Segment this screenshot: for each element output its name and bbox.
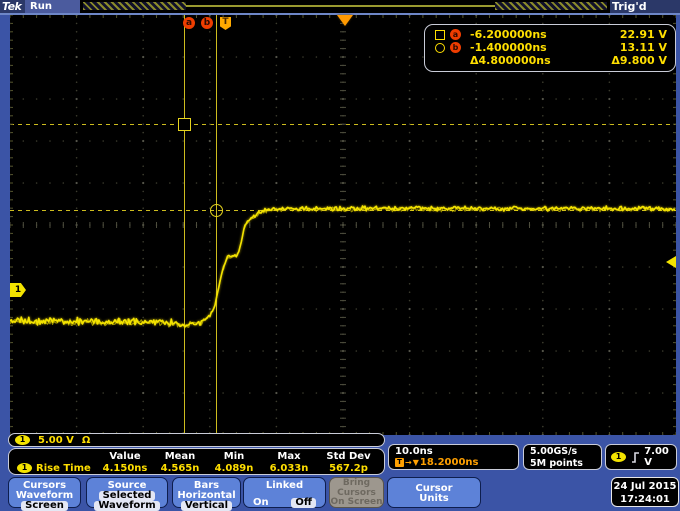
trigger-delay-readout: T → ▼ 18.2000ns bbox=[395, 457, 518, 468]
menu-cursor-units-button[interactable]: Cursor Units bbox=[387, 477, 481, 508]
cursor-delta-time: Δ4.800000ns bbox=[466, 54, 611, 67]
trigger-level: 7.00 V bbox=[644, 446, 671, 468]
record-hatch-left bbox=[83, 2, 186, 10]
cursor-b-marker[interactable] bbox=[210, 204, 223, 217]
tek-logo: Tek bbox=[2, 0, 21, 13]
header-value: Value bbox=[97, 451, 153, 462]
measurement-table: Value Mean Min Max Std Dev 1 Rise Time 4… bbox=[8, 448, 385, 475]
trigger-delay-value: 18.2000ns bbox=[420, 457, 479, 468]
cursor-a-voltage: 22.91 V bbox=[620, 28, 667, 41]
bring-line3: On Screen bbox=[330, 498, 383, 508]
measurement-name: Rise Time bbox=[36, 463, 91, 474]
rising-edge-icon bbox=[631, 451, 639, 464]
header-max: Max bbox=[261, 451, 317, 462]
record-length: 5M points bbox=[530, 458, 601, 470]
top-status-bar: Tek Run Trig'd bbox=[0, 0, 680, 13]
cursor-b-badge: b bbox=[450, 42, 461, 53]
trigger-status: Trig'd bbox=[612, 0, 647, 13]
marker-down-icon: ▼ bbox=[413, 458, 419, 468]
measurement-header-row: Value Mean Min Max Std Dev bbox=[9, 450, 384, 462]
menu-cursors-button[interactable]: Cursors Waveform Screen bbox=[8, 477, 81, 508]
channel-1-scale-bar[interactable]: 1 5.00 V Ω bbox=[8, 433, 385, 447]
menu-source-button[interactable]: Source Selected Waveform bbox=[86, 477, 168, 508]
option-linked-on[interactable]: On bbox=[253, 498, 269, 508]
cursor-delta-voltage: Δ9.800 V bbox=[611, 54, 667, 67]
trigger-position-arrow-icon[interactable] bbox=[337, 15, 353, 26]
horizontal-scale: 10.0ns bbox=[395, 446, 518, 457]
waveform-plot bbox=[10, 15, 676, 435]
measurement-mean: 4.565n bbox=[153, 463, 207, 474]
channel-coupling: Ω bbox=[82, 435, 91, 446]
date-label: 24 Jul 2015 bbox=[612, 480, 678, 493]
trigger-source-badge: 1 bbox=[611, 452, 626, 462]
record-hatch-right bbox=[495, 2, 607, 10]
menu-linked-title: Linked bbox=[244, 480, 325, 491]
header-min: Min bbox=[207, 451, 261, 462]
measurement-stddev: 567.2p bbox=[317, 463, 380, 474]
acquisition-info-box: 5.00GS/s 5M points bbox=[523, 444, 602, 470]
circle-icon bbox=[435, 43, 445, 53]
channel-scale: 5.00 V bbox=[38, 435, 74, 446]
measurement-max: 6.033n bbox=[261, 463, 317, 474]
cursor-delta-readout-row: Δ4.800000ns Δ9.800 V bbox=[435, 54, 667, 67]
measurement-min: 4.089n bbox=[207, 463, 261, 474]
channel-1-badge: 1 bbox=[17, 463, 32, 473]
cursor-a-readout-row: a -6.200000ns 22.91 V bbox=[435, 28, 667, 41]
cursor-a-marker[interactable] bbox=[178, 118, 191, 131]
acquisition-state: Run bbox=[25, 0, 83, 13]
square-icon bbox=[435, 30, 445, 40]
measurement-row: 1 Rise Time 4.150ns 4.565n 4.089n 6.033n… bbox=[9, 462, 384, 474]
datetime-box: 24 Jul 2015 17:24:01 bbox=[611, 477, 679, 507]
record-view-bar bbox=[80, 0, 610, 13]
channel-1-badge: 1 bbox=[15, 435, 30, 445]
record-view-line bbox=[186, 5, 495, 7]
units-line2: Units bbox=[388, 494, 480, 504]
measurement-value: 4.150ns bbox=[97, 463, 153, 474]
menu-bring-cursors-button[interactable]: Bring Cursors On Screen bbox=[329, 477, 384, 508]
trigger-t-icon: T bbox=[395, 458, 404, 467]
header-stddev: Std Dev bbox=[317, 451, 380, 462]
cursor-b-readout-row: b -1.400000ns 13.11 V bbox=[435, 41, 667, 54]
sample-rate: 5.00GS/s bbox=[530, 446, 601, 458]
menu-linked-button[interactable]: Linked On Off bbox=[243, 477, 326, 508]
option-linked-off-selected[interactable]: Off bbox=[291, 498, 316, 508]
cursor-b-voltage: 13.11 V bbox=[620, 41, 667, 54]
menu-bars-button[interactable]: Bars Horizontal Vertical bbox=[172, 477, 241, 508]
cursor-readout-box: a -6.200000ns 22.91 V b -1.400000ns 13.1… bbox=[424, 24, 676, 72]
header-mean: Mean bbox=[153, 451, 207, 462]
cursor-b-badge[interactable]: b bbox=[201, 17, 213, 29]
arrow-right-icon: → bbox=[405, 458, 412, 468]
cursor-a-time: -6.200000ns bbox=[466, 28, 620, 41]
cursor-a-badge: a bbox=[450, 29, 461, 40]
trigger-settings-box[interactable]: 1 7.00 V bbox=[605, 444, 677, 470]
cursor-a-badge[interactable]: a bbox=[183, 17, 195, 29]
time-label: 17:24:01 bbox=[612, 493, 678, 506]
graticule-screen: a b T 1 a -6.200000ns 22.91 V b -1.40000… bbox=[10, 15, 676, 435]
cursor-b-time: -1.400000ns bbox=[466, 41, 620, 54]
trigger-level-arrow-icon[interactable] bbox=[666, 256, 676, 268]
horizontal-settings-box[interactable]: 10.0ns T → ▼ 18.2000ns bbox=[388, 444, 519, 470]
